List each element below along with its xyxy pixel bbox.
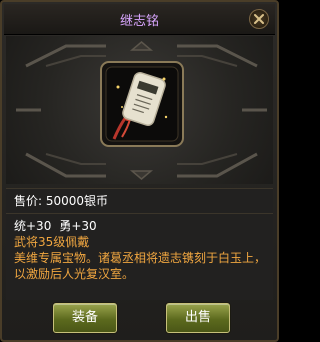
equip-requirement: 武将35级佩戴: [14, 235, 90, 249]
equip-button[interactable]: 装备: [53, 303, 117, 333]
attribute-courage: 勇+30: [59, 219, 97, 233]
window-title: 继志铭: [119, 14, 159, 29]
item-info: 售价: 50000银币 统+30 勇+30 武将35级佩戴 美维专属宝物。诸葛丞相…: [6, 188, 273, 300]
sell-button[interactable]: 出售: [166, 303, 230, 333]
price-row: 售价: 50000银币: [6, 188, 273, 214]
flavor-text: 美维专属宝物。诸葛丞相将遗志镌刻于白玉上，以激励后人光复汉室。: [14, 251, 267, 281]
item-display-area: [6, 36, 273, 184]
close-button[interactable]: [249, 9, 269, 29]
attribute-list: 统+30 勇+30: [14, 218, 267, 234]
jade-pendant-icon: [112, 72, 168, 140]
attribute-command: 统+30: [14, 219, 52, 233]
close-icon: [254, 14, 264, 24]
price-value: 50000银币: [45, 194, 109, 208]
item-description: 统+30 勇+30 武将35级佩戴 美维专属宝物。诸葛丞相将遗志镌刻于白玉上，以激…: [14, 218, 267, 282]
title-bar: 继志铭: [4, 4, 275, 35]
item-tooltip-panel: 继志铭 售价: 50000银币 统+30 勇+30 武将35级佩戴 美维专属宝物…: [0, 0, 279, 342]
price-label: 售价:: [14, 194, 43, 208]
